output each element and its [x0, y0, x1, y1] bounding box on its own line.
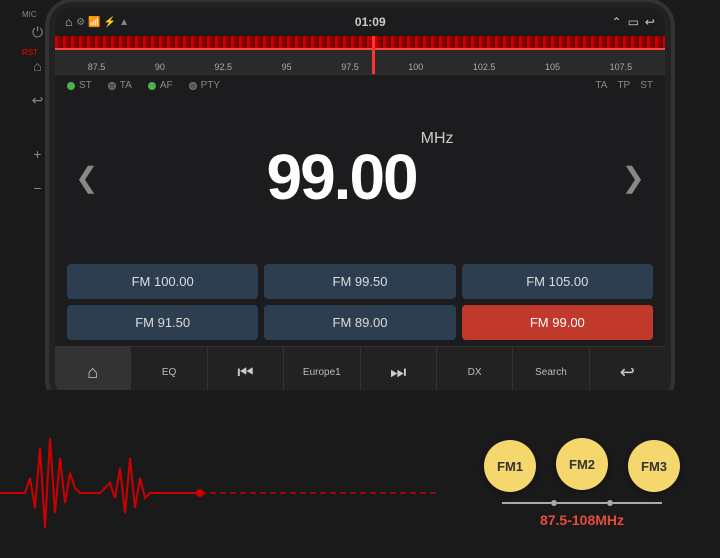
screen: ⌂ ⚙ 📶 ⚡ ▲ 01:09 ⌃ ▭ ↩ 87.5 90	[55, 8, 665, 398]
vol-down-button[interactable]: −	[24, 174, 52, 202]
preset-2[interactable]: FM 99.50	[264, 264, 455, 299]
waveform	[0, 418, 440, 538]
freq-prev-button[interactable]: ❮	[75, 161, 98, 194]
freq-label-875: 87.5	[88, 62, 106, 72]
station-label: Europe1	[303, 367, 341, 378]
pty-indicator: PTY	[189, 80, 220, 91]
fm-badges-row: FM1 FM2 FM3	[484, 438, 680, 494]
window-icon: ▭	[628, 15, 639, 29]
vol-up-button[interactable]: +	[24, 140, 52, 168]
st-dot	[67, 82, 75, 90]
status-time: 01:09	[355, 15, 386, 29]
ta-indicator: TA	[108, 80, 132, 91]
freq-inner: 99.00 MHz	[266, 140, 453, 214]
back-status-icon: ↩	[645, 15, 655, 29]
freq-label-95: 95	[282, 62, 292, 72]
back-side-button[interactable]: ↩	[24, 86, 52, 114]
side-buttons: ⏻ ⌂ ↩ + −	[20, 8, 55, 398]
freq-label-925: 92.5	[214, 62, 232, 72]
freq-next-button[interactable]: ❯	[622, 161, 645, 194]
fm-badges: FM1 FM2 FM3 87.5-108MHz	[484, 438, 680, 528]
freq-label-105: 105	[545, 62, 560, 72]
fm2-badge: FM2	[556, 438, 608, 490]
st-indicator: ST	[67, 80, 92, 91]
device-frame: ⌂ ⚙ 📶 ⚡ ▲ 01:09 ⌃ ▭ ↩ 87.5 90	[55, 8, 665, 398]
expand-icon: ⌃	[612, 15, 622, 29]
preset-5[interactable]: FM 89.00	[264, 305, 455, 340]
af-dot	[148, 82, 156, 90]
tp-right-label: TP	[617, 80, 630, 91]
freq-number: 99.00	[266, 140, 416, 214]
status-left: ⌂ ⚙ 📶 ⚡ ▲	[65, 15, 129, 29]
preset-1[interactable]: FM 100.00	[67, 264, 258, 299]
af-indicator: AF	[148, 80, 173, 91]
back-toolbar-icon: ↩	[620, 362, 635, 383]
fm3-badge: FM3	[628, 440, 680, 492]
radio-info-right: TA TP ST	[595, 80, 653, 91]
fm-freq-range: 87.5-108MHz	[540, 512, 624, 528]
af-label: AF	[160, 80, 173, 91]
st-label: ST	[79, 80, 92, 91]
status-right-icons: ⌃ ▭ ↩	[612, 15, 655, 29]
freq-label-1025: 102.5	[473, 62, 496, 72]
home-side-button[interactable]: ⌂	[24, 52, 52, 80]
wifi-icon: 📶	[88, 17, 100, 28]
pty-dot	[189, 82, 197, 90]
eq-label: EQ	[162, 367, 176, 378]
freq-label-975: 97.5	[341, 62, 359, 72]
home-toolbar-icon: ⌂	[87, 362, 98, 383]
freq-ruler: 87.5 90 92.5 95 97.5 100 102.5 105 107.5	[55, 36, 665, 74]
bluetooth-icon: ⚡	[104, 17, 116, 28]
settings-icon: ⚙	[76, 17, 85, 28]
status-bar: ⌂ ⚙ 📶 ⚡ ▲ 01:09 ⌃ ▭ ↩	[55, 8, 665, 36]
presets-grid: FM 100.00 FM 99.50 FM 105.00 FM 91.50 FM…	[55, 258, 665, 346]
ta-dot	[108, 82, 116, 90]
power-button[interactable]: ⏻	[24, 18, 52, 46]
pty-label: PTY	[201, 80, 220, 91]
freq-indicator	[372, 36, 375, 74]
freq-labels: 87.5 90 92.5 95 97.5 100 102.5 105 107.5	[55, 62, 665, 72]
preset-6[interactable]: FM 99.00	[462, 305, 653, 340]
preset-4[interactable]: FM 91.50	[67, 305, 258, 340]
bottom-area: FM1 FM2 FM3 87.5-108MHz	[0, 390, 720, 558]
signal-icon: ▲	[119, 17, 129, 28]
next-icon: ⏭	[390, 362, 406, 383]
dx-label: DX	[468, 367, 482, 378]
ta-right-label: TA	[595, 80, 607, 91]
freq-bar	[55, 36, 665, 50]
radio-info-bar: ST TA AF PTY TA TP ST	[55, 74, 665, 96]
status-icons: ⚙ 📶 ⚡ ▲	[76, 17, 129, 28]
freq-label-90: 90	[155, 62, 165, 72]
preset-3[interactable]: FM 105.00	[462, 264, 653, 299]
st-right-label: ST	[640, 80, 653, 91]
prev-icon: ⏮	[237, 362, 253, 383]
fm1-badge: FM1	[484, 440, 536, 492]
freq-unit: MHz	[421, 110, 454, 148]
home-icon: ⌂	[65, 15, 72, 29]
search-label: Search	[535, 367, 567, 378]
ta-label: TA	[120, 80, 132, 91]
freq-display: ❮ 99.00 MHz ❯	[55, 96, 665, 258]
freq-label-1075: 107.5	[610, 62, 633, 72]
freq-label-100: 100	[408, 62, 423, 72]
